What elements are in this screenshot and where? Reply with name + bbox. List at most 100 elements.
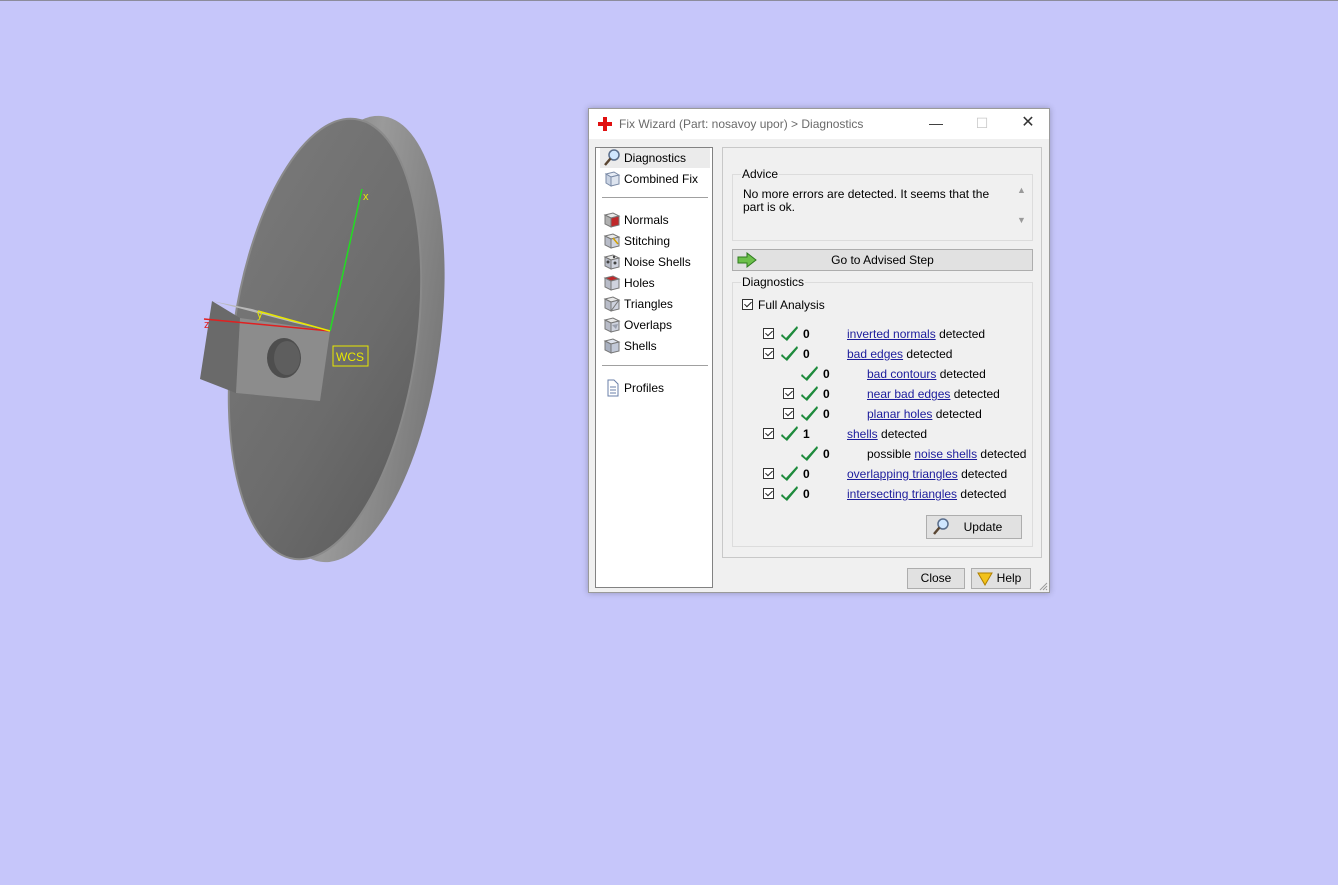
nav-label: Combined Fix	[624, 172, 699, 186]
advice-text: No more errors are detected. It seems th…	[743, 187, 990, 214]
nav-item-profiles[interactable]: Profiles	[600, 378, 710, 398]
nav-item-triangles[interactable]: Triangles	[600, 294, 710, 314]
nav-item-combined-fix[interactable]: Combined Fix	[600, 169, 710, 189]
near-bad-edges-checkbox[interactable]	[783, 388, 794, 399]
green-arrow-icon	[737, 252, 757, 268]
part-model[interactable]	[200, 104, 470, 574]
row-noise-shells: 0 possible noise shells detected	[783, 446, 1026, 462]
close-button[interactable]: Close	[907, 568, 965, 589]
diagnostics-label: Diagnostics	[741, 275, 806, 289]
nav-item-overlaps[interactable]: Overlaps	[600, 315, 710, 335]
ok-check-icon	[801, 406, 818, 421]
nav-item-shells[interactable]: Shells	[600, 336, 710, 356]
fix-wizard-dialog: Fix Wizard (Part: nosavoy upor) > Diagno…	[588, 108, 1050, 593]
scroll-up-icon[interactable]: ▲	[1017, 185, 1026, 195]
row-near-bad-edges: 0 near bad edges detected	[783, 386, 1023, 402]
planar-holes-count: 0	[823, 407, 830, 421]
nav-label: Stitching	[624, 234, 671, 248]
update-button[interactable]: Update	[926, 515, 1022, 539]
noise-shells-count: 0	[823, 447, 830, 461]
noise-shells-icon	[603, 254, 621, 270]
holes-icon	[603, 275, 621, 291]
nav-item-normals[interactable]: Normals	[600, 210, 710, 230]
nav-item-holes[interactable]: Holes	[600, 273, 710, 293]
planar-holes-link[interactable]: planar holes	[867, 407, 932, 421]
shells-count: 1	[803, 427, 810, 441]
axis-z-label: z	[204, 319, 210, 331]
nav-label: Diagnostics	[624, 151, 687, 165]
nav-label: Holes	[624, 276, 655, 290]
detected-text: detected	[961, 467, 1008, 481]
triangles-icon	[603, 296, 621, 312]
row-shells: 1 shells detected	[763, 426, 1023, 442]
shells-icon	[603, 338, 621, 354]
planar-holes-checkbox[interactable]	[783, 408, 794, 419]
detected-text: detected	[960, 487, 1007, 501]
normals-cube-icon	[603, 212, 621, 228]
shells-link[interactable]: shells	[847, 427, 878, 441]
near-bad-edges-link[interactable]: near bad edges	[867, 387, 950, 401]
nav-separator	[602, 197, 708, 198]
update-label: Update	[963, 520, 1003, 534]
help-label: Help	[996, 571, 1022, 585]
nav-item-diagnostics[interactable]: Diagnostics	[600, 148, 710, 168]
help-funnel-icon	[977, 572, 993, 586]
nav-label: Normals	[624, 213, 669, 227]
scroll-down-icon[interactable]: ▼	[1017, 215, 1026, 225]
axis-y-label: y	[257, 309, 263, 321]
full-analysis-label: Full Analysis	[758, 298, 825, 312]
nav-label: Noise Shells	[624, 255, 691, 269]
noise-shells-link[interactable]: noise shells	[914, 447, 977, 461]
intersecting-triangles-link[interactable]: intersecting triangles	[847, 487, 957, 501]
row-bad-edges: 0 bad edges detected	[763, 346, 1023, 362]
inverted-normals-checkbox[interactable]	[763, 328, 774, 339]
detected-text: detected	[881, 427, 928, 441]
overlaps-icon	[603, 317, 621, 333]
advice-scrollbar[interactable]: ▲ ▼	[1016, 185, 1029, 227]
nav-item-stitching[interactable]: Stitching	[600, 231, 710, 251]
go-to-advised-step-button[interactable]: Go to Advised Step	[732, 249, 1033, 271]
diagnostics-group: Diagnostics Full Analysis 0 inverted nor…	[732, 275, 1033, 547]
full-analysis-checkbox[interactable]	[742, 299, 753, 310]
help-button[interactable]: Help	[971, 568, 1031, 589]
red-cross-icon	[598, 117, 612, 131]
intersecting-triangles-count: 0	[803, 487, 810, 501]
detected-text: detected	[906, 347, 953, 361]
maximize-button[interactable]: ☐	[959, 109, 1005, 139]
ok-check-icon	[781, 326, 798, 341]
wizard-nav: Diagnostics Combined Fix Normals Stitchi…	[595, 147, 713, 588]
advice-group: Advice No more errors are detected. It s…	[732, 167, 1033, 241]
ok-check-icon	[801, 446, 818, 461]
title-bar[interactable]: Fix Wizard (Part: nosavoy upor) > Diagno…	[589, 109, 1049, 139]
ok-check-icon	[801, 386, 818, 401]
nav-label: Shells	[624, 339, 657, 353]
bad-contours-link[interactable]: bad contours	[867, 367, 936, 381]
near-bad-edges-count: 0	[823, 387, 830, 401]
axis-x-label: x	[363, 191, 369, 203]
row-intersecting-triangles: 0 intersecting triangles detected	[763, 486, 1023, 502]
shells-checkbox[interactable]	[763, 428, 774, 439]
wcs-label: WCS	[336, 350, 364, 364]
nav-label: Triangles	[624, 297, 673, 311]
inverted-normals-count: 0	[803, 327, 810, 341]
intersecting-triangles-checkbox[interactable]	[763, 488, 774, 499]
resize-grip-icon[interactable]	[1038, 581, 1048, 591]
detected-text: detected	[953, 387, 1000, 401]
bad-edges-checkbox[interactable]	[763, 348, 774, 359]
bad-edges-link[interactable]: bad edges	[847, 347, 903, 361]
ok-check-icon	[801, 366, 818, 381]
document-icon	[607, 379, 619, 397]
overlapping-triangles-checkbox[interactable]	[763, 468, 774, 479]
row-overlapping-triangles: 0 overlapping triangles detected	[763, 466, 1023, 482]
minimize-button[interactable]: —	[913, 109, 959, 139]
overlapping-triangles-link[interactable]: overlapping triangles	[847, 467, 958, 481]
stitching-icon	[603, 233, 621, 249]
close-window-button[interactable]: ✕	[1005, 109, 1051, 139]
bad-edges-count: 0	[803, 347, 810, 361]
diagnostics-panel: Advice No more errors are detected. It s…	[722, 147, 1042, 558]
nav-item-noise-shells[interactable]: Noise Shells	[600, 252, 710, 272]
detected-text: detected	[939, 367, 986, 381]
ok-check-icon	[781, 426, 798, 441]
nav-label: Profiles	[624, 381, 665, 395]
inverted-normals-link[interactable]: inverted normals	[847, 327, 936, 341]
